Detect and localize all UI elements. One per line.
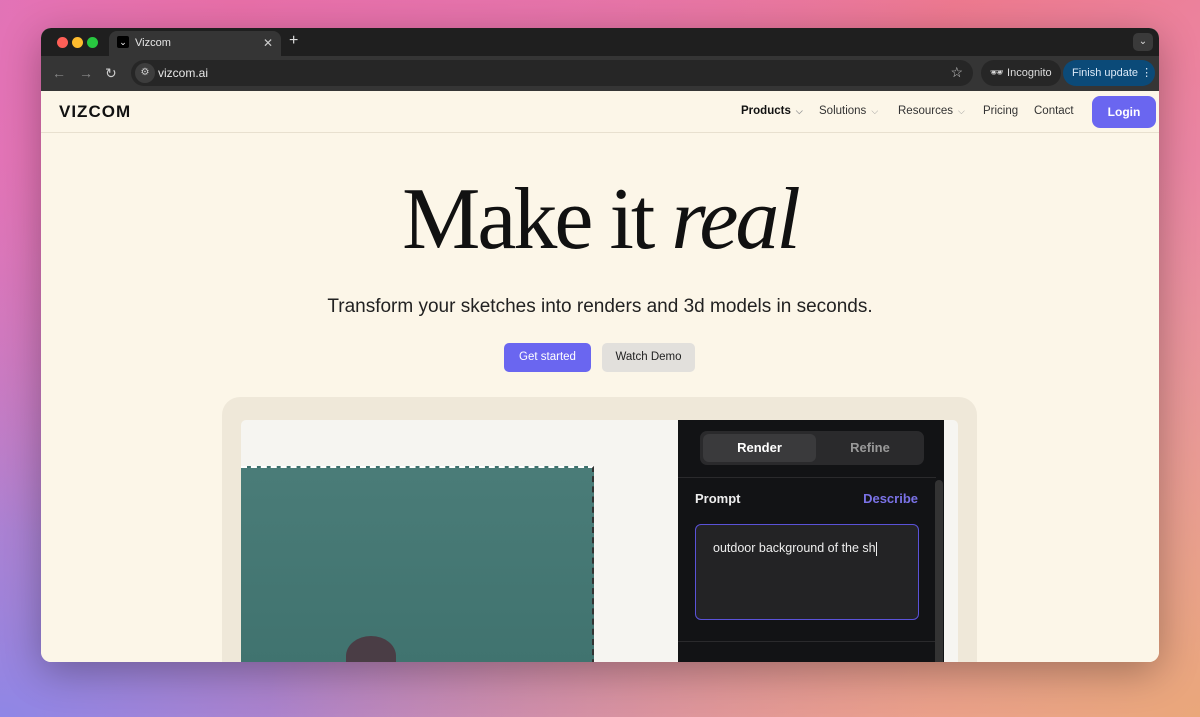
browser-window: ⌄ Vizcom ✕ + ⌄ ← → ↻ ⚙ vizcom.ai ☆ 🕶 Inc… — [41, 28, 1159, 662]
minimize-window-button[interactable] — [72, 37, 83, 48]
browser-tab[interactable]: ⌄ Vizcom ✕ — [109, 31, 281, 56]
incognito-icon: 🕶 — [990, 67, 1008, 79]
prompt-input[interactable]: outdoor background of the sh — [695, 524, 919, 620]
shoe-image — [346, 636, 396, 662]
prompt-label: Prompt — [695, 491, 741, 506]
finish-update-label: Finish update — [1072, 67, 1139, 79]
reload-icon[interactable]: ↻ — [105, 65, 117, 82]
tab-search-icon[interactable]: ⌄ — [1133, 33, 1153, 51]
more-menu-icon: ⋮ — [1141, 67, 1153, 79]
new-tab-icon[interactable]: + — [289, 32, 298, 50]
nav-products[interactable]: Products ⌵ — [741, 105, 803, 117]
close-tab-icon[interactable]: ✕ — [263, 36, 273, 50]
watch-demo-button[interactable]: Watch Demo — [602, 343, 695, 372]
forward-icon[interactable]: → — [79, 65, 93, 81]
divider — [678, 477, 936, 478]
panel-scrollbar[interactable] — [935, 480, 943, 662]
demo-preview: Render Refine Prompt Describe outdoor ba… — [222, 397, 977, 662]
finish-update-button[interactable]: Finish update ⋮ — [1063, 60, 1155, 86]
headline-italic: real — [671, 171, 800, 268]
web-page: VIZCOM Products ⌵ Solutions ⌵ Resources ⌵ P… — [41, 91, 1159, 662]
render-panel: Render Refine Prompt Describe outdoor ba… — [678, 420, 944, 662]
tab-render[interactable]: Render — [703, 434, 816, 462]
nav-contact[interactable]: Contact — [1034, 105, 1074, 117]
selected-image — [241, 466, 594, 662]
headline-plain: Make it — [402, 171, 672, 268]
site-logo[interactable]: VIZCOM — [59, 102, 131, 122]
back-icon[interactable]: ← — [52, 65, 66, 81]
mode-switch: Render Refine — [700, 431, 924, 465]
hero-headline: Make it real — [41, 169, 1159, 270]
nav-solutions[interactable]: Solutions ⌵ — [819, 105, 878, 117]
text-caret — [875, 541, 877, 556]
nav-pricing[interactable]: Pricing — [983, 105, 1018, 117]
bookmark-star-icon[interactable]: ☆ — [950, 64, 963, 81]
nav-label: Solutions — [819, 105, 867, 117]
maximize-window-button[interactable] — [87, 37, 98, 48]
favicon-icon: ⌄ — [117, 36, 129, 48]
hero-subtitle: Transform your sketches into renders and… — [327, 296, 873, 317]
login-button[interactable]: Login — [1092, 96, 1156, 128]
get-started-button[interactable]: Get started — [504, 343, 591, 372]
nav-resources[interactable]: Resources ⌵ — [898, 105, 965, 117]
site-nav: VIZCOM Products ⌵ Solutions ⌵ Resources ⌵ P… — [41, 91, 1159, 133]
prompt-value: outdoor background of the sh — [713, 541, 876, 555]
url-text[interactable]: vizcom.ai — [158, 66, 208, 80]
address-bar[interactable]: ⚙ vizcom.ai ☆ — [131, 60, 973, 86]
nav-label: Resources — [898, 105, 953, 117]
site-settings-icon[interactable]: ⚙ — [135, 63, 155, 83]
describe-link[interactable]: Describe — [863, 491, 918, 506]
incognito-badge[interactable]: 🕶 Incognito — [981, 60, 1061, 86]
browser-toolbar: ← → ↻ ⚙ vizcom.ai ☆ 🕶 Incognito Finish u… — [41, 56, 1159, 91]
nav-label: Products — [741, 105, 791, 117]
tab-bar: ⌄ Vizcom ✕ + ⌄ — [41, 28, 1159, 56]
chevron-down-icon: ⌵ — [871, 106, 879, 116]
divider — [678, 641, 936, 642]
tab-refine[interactable]: Refine — [816, 434, 924, 462]
chevron-down-icon: ⌵ — [795, 106, 803, 116]
incognito-label: Incognito — [1007, 67, 1052, 79]
tab-title: Vizcom — [135, 37, 171, 49]
chevron-down-icon: ⌵ — [957, 106, 965, 116]
close-window-button[interactable] — [57, 37, 68, 48]
demo-canvas: Render Refine Prompt Describe outdoor ba… — [241, 420, 958, 662]
